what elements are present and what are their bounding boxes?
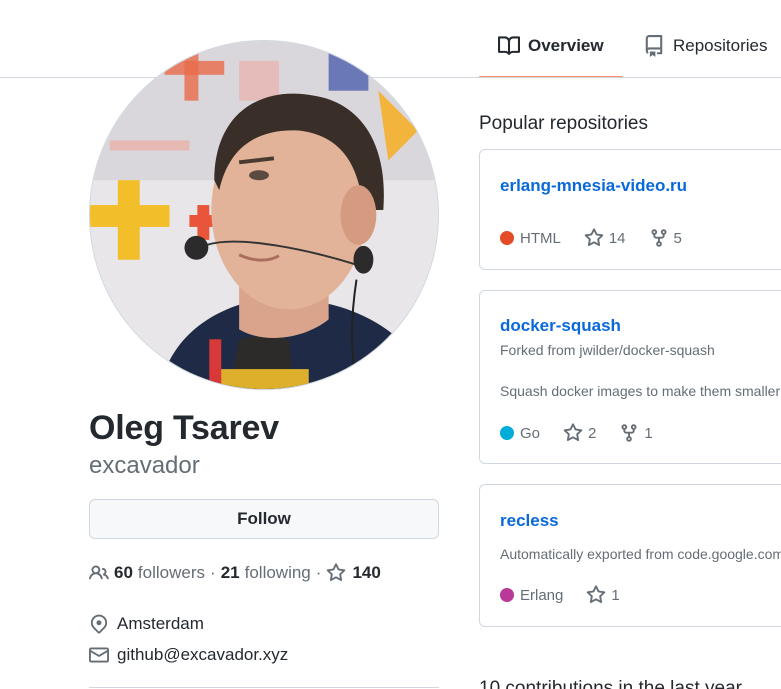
language-color-dot [500, 231, 514, 245]
repo-card: docker-squash Forked from jwilder/docker… [479, 290, 781, 464]
repo-meta: Erlang 1 [500, 585, 643, 605]
contributions-title: 10 contributions in the last year [479, 678, 742, 689]
people-icon [89, 565, 109, 580]
book-icon [498, 36, 520, 55]
star-icon [584, 228, 604, 247]
following-label: following [244, 563, 311, 582]
follow-stats: 60 followers · 21 following · 140 [89, 561, 386, 585]
profile-fullname: Oleg Tsarev [89, 409, 279, 447]
repo-fork-note: Forked from jwilder/docker-squash [500, 342, 715, 358]
star-icon [587, 585, 606, 604]
following-count: 21 [220, 563, 240, 582]
repo-link[interactable]: erlang-mnesia-video.ru [500, 176, 687, 196]
followers-label: followers [137, 563, 206, 582]
language-label: Go [520, 424, 541, 442]
repo-forks-count: 1 [644, 424, 653, 442]
repo-card: recless Automatically exported from code… [479, 484, 781, 627]
repo-link[interactable]: docker-squash [500, 316, 621, 336]
tab-overview-label: Overview [528, 36, 604, 55]
repo-description: Squash docker images to make them smalle… [500, 383, 781, 399]
popular-repositories-title: Popular repositories [479, 113, 648, 134]
tab-overview[interactable]: Overview [479, 28, 623, 78]
language-label: Erlang [520, 586, 564, 604]
repo-language: HTML [500, 230, 561, 247]
fork-icon [651, 229, 667, 247]
email-link[interactable]: github@excavador.xyz [117, 645, 288, 665]
stars-count: 140 [352, 563, 381, 582]
followers-link[interactable]: 60 followers [89, 563, 205, 583]
fork-icon [621, 424, 637, 442]
repo-forks-link[interactable]: 5 [649, 228, 682, 248]
repo-description: Automatically exported from code.google.… [500, 546, 781, 562]
repo-stars-link[interactable]: 2 [563, 423, 596, 443]
repo-meta: Go 2 1 [500, 423, 676, 443]
separator: · [210, 563, 216, 582]
tab-repositories[interactable]: Repositories [643, 28, 768, 78]
repo-stars-link[interactable]: 1 [586, 585, 620, 605]
followers-count: 60 [114, 563, 133, 582]
repo-forks-link[interactable]: 1 [619, 423, 653, 443]
language-label: HTML [520, 229, 561, 247]
avatar[interactable] [89, 40, 439, 390]
stars-link[interactable]: 140 [326, 563, 385, 583]
avatar-photo [90, 41, 438, 389]
tabbar-divider [0, 77, 781, 78]
separator: · [315, 563, 322, 582]
follow-button[interactable]: Follow [89, 499, 439, 539]
repo-stars-link[interactable]: 14 [584, 228, 626, 248]
location-text: Amsterdam [117, 614, 204, 633]
sidebar-divider [89, 687, 439, 688]
language-color-dot [500, 426, 514, 440]
repo-stars-count: 14 [608, 229, 626, 247]
repo-stars-count: 1 [611, 586, 620, 604]
repo-meta: HTML 14 5 [500, 228, 705, 248]
repo-card: erlang-mnesia-video.ru HTML 14 5 [479, 149, 781, 270]
location-icon [90, 614, 108, 634]
repo-icon [645, 35, 663, 57]
following-link[interactable]: 21 following [221, 563, 311, 583]
email: github@excavador.xyz [89, 643, 288, 667]
repo-stars-count: 2 [588, 424, 597, 442]
tab-repositories-label: Repositories [673, 36, 768, 55]
profile-username: excavador [89, 452, 200, 479]
repo-language: Go [500, 425, 540, 442]
profile-page: Overview Repositories Oleg Tsarev excava… [0, 0, 781, 689]
repo-link[interactable]: recless [500, 511, 559, 531]
location: Amsterdam [89, 612, 204, 636]
language-color-dot [500, 588, 514, 602]
repo-forks-count: 5 [673, 229, 682, 247]
star-icon [563, 423, 583, 442]
star-icon [327, 563, 346, 582]
repo-language: Erlang [500, 587, 563, 604]
mail-icon [89, 647, 109, 663]
